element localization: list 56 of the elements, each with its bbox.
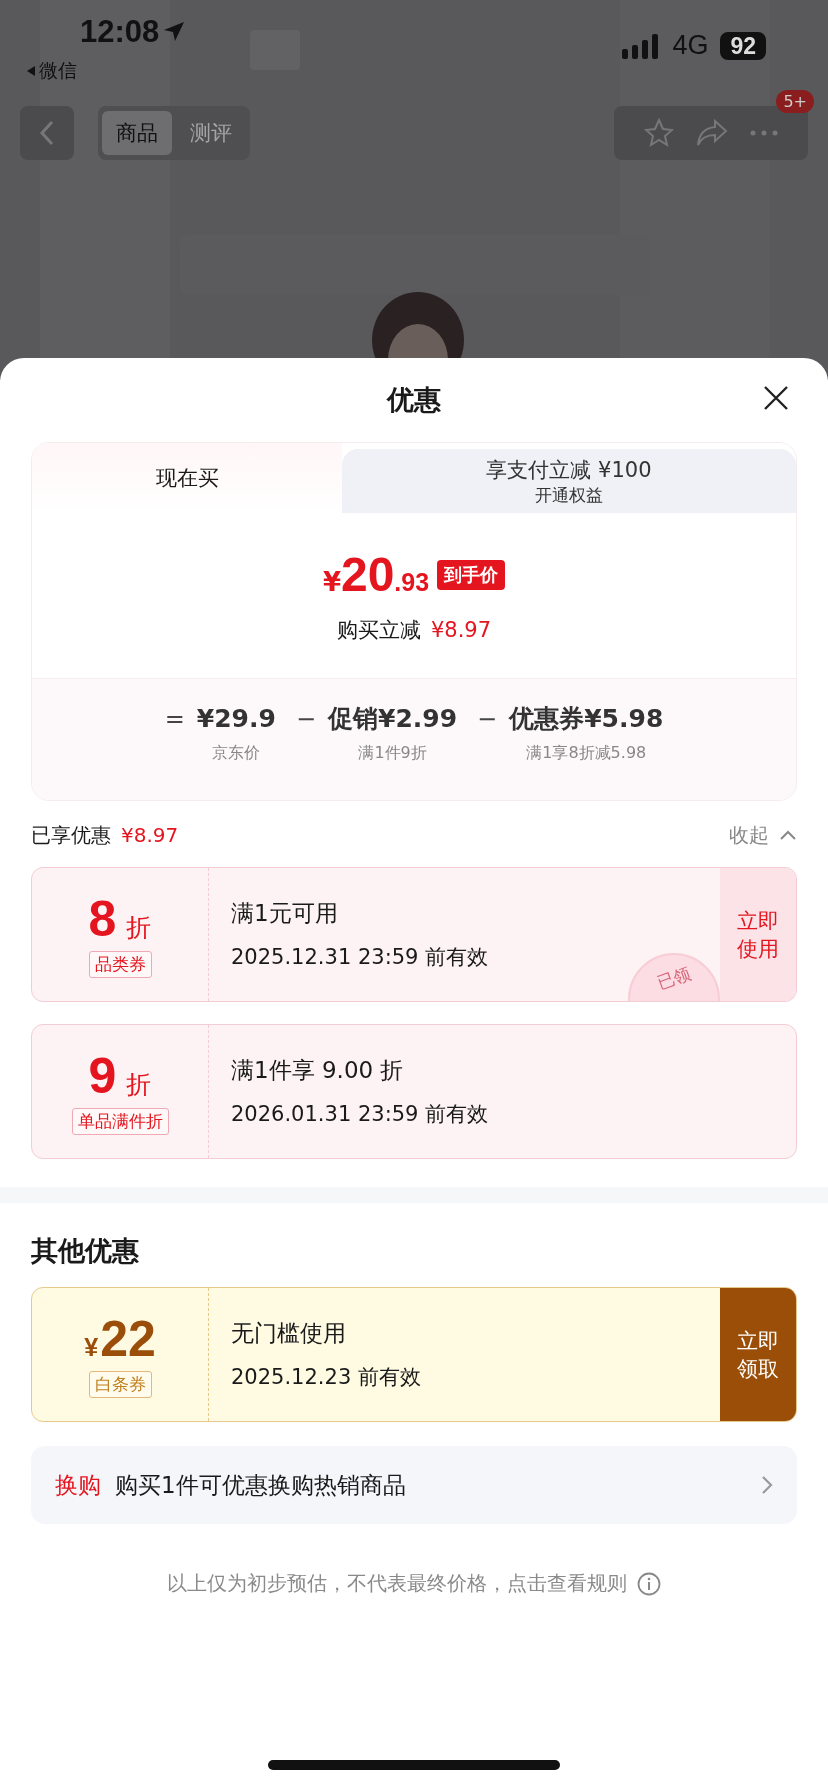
price-tab[interactable]: 享支付立减 ¥100 开通权益 [342,449,796,513]
operator-sign: = [164,704,185,735]
back-triangle-icon [26,65,36,77]
reduction-amount: ¥8.97 [430,618,492,642]
enjoyed-amount: ¥8.97 [121,823,179,847]
signal-icon [622,32,661,59]
section-title: 其他优惠 [31,1235,139,1266]
exchange-tag: 换购 [55,1469,101,1501]
coupon-type-tag: 品类券 [88,951,152,978]
final-price: ¥20.93 [322,547,430,602]
price-component: ¥29.9 [196,703,276,735]
collapse-toggle[interactable]: 收起 [729,821,797,849]
coupon-value: 8 折 [88,891,152,947]
star-icon[interactable] [644,118,674,148]
operator-sign: − [477,704,498,735]
info-icon[interactable] [637,1571,661,1596]
notification-badge: 5+ [776,90,814,113]
coupon-type-tag: 单品满件折 [71,1108,169,1135]
coupon-validity: 2025.12.23 前有效 [231,1364,422,1391]
coupon-validity: 2025.12.31 23:59 前有效 [231,944,490,971]
price-component: 优惠券¥5.98 [509,703,664,735]
disclaimer-text: 以上仅为初步预估，不代表最终价格，点击查看规则 [167,1570,627,1597]
nav-tab[interactable]: 商品 [102,111,172,155]
exchange-row[interactable]: 换购 购买1件可优惠换购热销商品 [31,1446,797,1524]
reduction-label: 购买立减 [336,617,421,644]
nav-tab[interactable]: 测评 [176,111,246,155]
back-to-app-link[interactable]: 微信 [39,58,77,84]
coupon-validity: 2026.01.31 23:59 前有效 [231,1101,490,1128]
coupon-value: ¥22 [84,1311,156,1367]
price-component: 促销¥2.99 [328,703,458,735]
price-tag: 到手价 [437,560,506,590]
coupon-condition: 满1件享 9.00 折 [231,1056,405,1085]
back-icon [39,120,55,146]
price-note: 京东价 [212,743,261,764]
status-time: 12:08 [80,14,160,50]
enjoyed-label: 已享优惠 [31,821,111,849]
claimed-stamp: 已领 [628,953,720,1001]
coupon-value: 9 折 [88,1048,152,1104]
more-icon[interactable] [750,130,778,136]
battery-level: 92 [720,31,766,60]
operator-sign: − [295,704,316,735]
price-note: 满1件9折 [358,743,427,764]
back-button[interactable] [20,106,74,160]
exchange-text: 购买1件可优惠换购热销商品 [115,1470,406,1500]
network-type: 4G [672,30,709,61]
share-icon[interactable] [696,119,728,147]
coupon-condition: 满1元可用 [231,899,339,928]
sheet-title: 优惠 [387,383,441,417]
chevron-right-icon [761,1475,773,1495]
coupon-type-tag: 白条券 [88,1371,152,1398]
coupon-action-button[interactable]: 立即领取 [720,1288,796,1421]
location-arrow-icon [163,21,186,43]
price-note: 满1享8折减5.98 [526,743,647,764]
coupon-condition: 无门槛使用 [231,1319,347,1348]
coupon-action-button[interactable]: 立即使用 [720,868,796,1001]
close-button[interactable] [762,384,790,412]
